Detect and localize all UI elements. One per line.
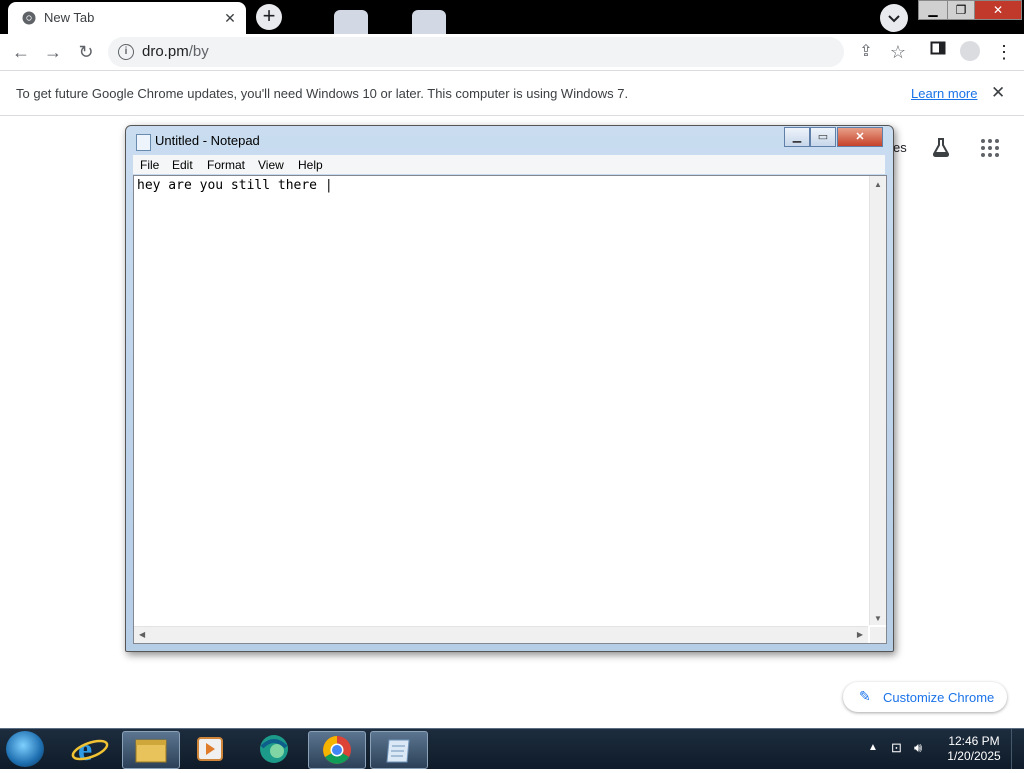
menu-edit[interactable]: Edit (172, 158, 193, 172)
chrome-menu-icon[interactable]: ⋮ (992, 40, 1016, 64)
menu-file[interactable]: File (140, 158, 159, 172)
scroll-down-arrow-icon[interactable]: ▼ (874, 614, 882, 623)
vertical-scrollbar[interactable]: ▲ ▼ (869, 176, 886, 625)
dragged-tab-ghost-icon (334, 10, 368, 34)
forward-button[interactable]: → (41, 40, 65, 64)
browser-toolbar: ← → ↻ i dro.pm/by ⇪ ☆ ⋮ (0, 34, 1024, 71)
scroll-left-arrow-icon[interactable]: ◀ (139, 630, 145, 639)
close-window-button[interactable]: ✕ (974, 0, 1022, 20)
chevron-down-icon (888, 15, 900, 23)
horizontal-scrollbar[interactable]: ◀ ▶ (134, 626, 868, 643)
scroll-right-arrow-icon[interactable]: ▶ (857, 630, 863, 639)
url-path: /by (188, 43, 209, 60)
customize-chrome-label: Customize Chrome (883, 690, 995, 705)
menu-view[interactable]: View (258, 158, 284, 172)
share-icon[interactable]: ⇪ (854, 40, 878, 64)
side-panel-icon[interactable] (926, 40, 950, 64)
tab-search-button[interactable] (880, 4, 908, 32)
start-button-windows-icon[interactable] (6, 731, 44, 767)
svg-text:e: e (78, 731, 92, 767)
customize-chrome-button[interactable]: ✎ Customize Chrome (843, 682, 1007, 712)
images-link-partial[interactable]: es (893, 140, 907, 155)
tab-close-icon[interactable]: ✕ (220, 8, 240, 28)
notepad-minimize-button[interactable]: ▁ (784, 127, 810, 147)
notepad-menubar: File Edit Format View Help (133, 155, 885, 174)
infobar-close-icon[interactable]: ✕ (991, 83, 1005, 103)
menu-format[interactable]: Format (207, 158, 245, 172)
address-bar[interactable]: i dro.pm/by (108, 37, 844, 67)
pencil-icon: ✎ (859, 688, 871, 704)
notepad-icon[interactable] (370, 731, 428, 769)
notepad-app-icon (136, 134, 151, 151)
learn-more-link[interactable]: Learn more (911, 86, 977, 101)
notepad-maximize-button[interactable]: ▭ (810, 127, 836, 147)
google-apps-icon[interactable] (981, 139, 999, 157)
network-icon[interactable]: ⊡ (891, 740, 902, 756)
show-desktop-button[interactable] (1011, 729, 1024, 769)
clock-time: 12:46 PM (948, 734, 1000, 748)
clock-date: 1/20/2025 (947, 749, 1001, 763)
back-button[interactable]: ← (9, 40, 33, 64)
profile-avatar-icon[interactable] (960, 41, 980, 61)
tab-new-tab[interactable]: New Tab ✕ (8, 2, 246, 34)
notepad-text-area[interactable]: hey are you still there | ▲ ▼ ◀ ▶ (133, 175, 887, 644)
taskbar: e ▲ ⊡ 🔊︎ 12:46 PM 1/20/2025 (0, 728, 1024, 769)
infobar-message: To get future Google Chrome updates, you… (16, 86, 629, 101)
chrome-icon[interactable] (308, 731, 366, 769)
show-hidden-icons-icon[interactable]: ▲ (868, 742, 878, 753)
minimize-window-button[interactable]: ▁ (918, 0, 948, 20)
menu-help[interactable]: Help (298, 158, 323, 172)
tab-strip: New Tab ✕ + ▁ ❐ ✕ (0, 0, 1024, 34)
ie-icon[interactable]: e (62, 731, 118, 767)
notepad-close-button[interactable]: ✕ (837, 127, 883, 147)
bookmark-star-icon[interactable]: ☆ (886, 40, 910, 64)
notepad-title: Untitled - Notepad (155, 133, 260, 148)
dragged-tab-ghost-icon (412, 10, 446, 34)
edge-icon[interactable] (246, 731, 302, 767)
media-player-icon[interactable] (182, 731, 238, 767)
site-info-icon[interactable]: i (118, 44, 134, 60)
update-infobar: To get future Google Chrome updates, you… (0, 71, 1024, 116)
scroll-up-arrow-icon[interactable]: ▲ (874, 180, 882, 189)
scrollbar-corner (870, 627, 886, 643)
restore-window-button[interactable]: ❐ (947, 0, 975, 20)
explorer-icon[interactable] (122, 731, 180, 769)
volume-icon[interactable]: 🔊︎ (914, 740, 922, 756)
reload-button[interactable]: ↻ (74, 40, 98, 64)
url-text: dro.pm/by (142, 43, 209, 60)
chrome-favicon-icon (22, 11, 36, 25)
tab-title: New Tab (44, 10, 95, 25)
url-host: dro.pm (142, 43, 189, 60)
labs-flask-icon[interactable] (930, 136, 952, 158)
notepad-window[interactable]: Untitled - Notepad ▁ ▭ ✕ File Edit Forma… (125, 125, 894, 652)
new-tab-button[interactable]: + (256, 4, 282, 30)
notepad-content: hey are you still there | (137, 178, 333, 193)
system-clock[interactable]: 12:46 PM 1/20/2025 (943, 734, 1005, 764)
